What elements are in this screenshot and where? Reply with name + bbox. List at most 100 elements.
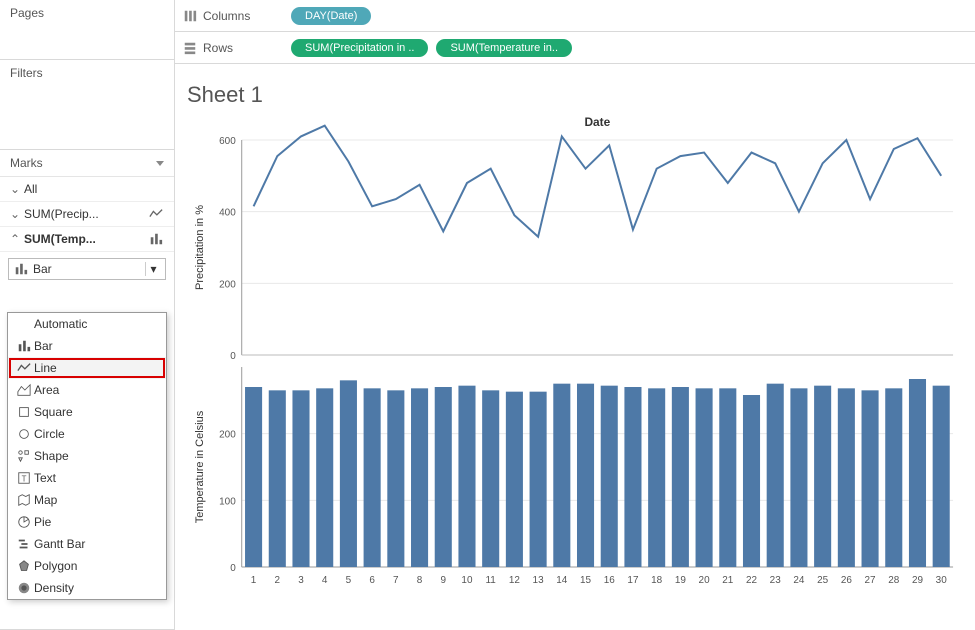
svg-text:11: 11 <box>486 575 497 586</box>
svg-text:22: 22 <box>746 575 758 586</box>
svg-text:1: 1 <box>251 575 257 586</box>
svg-text:Temperature in Celsius: Temperature in Celsius <box>194 410 206 523</box>
pages-panel-label: Pages <box>10 6 44 20</box>
svg-text:20: 20 <box>699 575 711 586</box>
mark-type-option-shape[interactable]: Shape <box>8 445 166 467</box>
svg-text:23: 23 <box>770 575 782 586</box>
rows-label: Rows <box>203 41 233 55</box>
mark-type-option-line[interactable]: Line <box>8 357 166 379</box>
svg-text:4: 4 <box>322 575 328 586</box>
mark-type-dropdown: Automatic Bar Line Area Square Circle Shape T Te… <box>7 312 167 600</box>
mark-type-option-label: Polygon <box>34 559 77 573</box>
mark-type-option-density[interactable]: Density <box>8 577 166 599</box>
svg-text:0: 0 <box>230 351 236 362</box>
svg-text:200: 200 <box>219 430 236 441</box>
svg-text:Precipitation in %: Precipitation in % <box>194 205 206 290</box>
svg-text:8: 8 <box>417 575 423 586</box>
svg-text:28: 28 <box>888 575 900 586</box>
mark-card-precipitation[interactable]: ⌄ SUM(Precip... <box>0 202 174 227</box>
svg-text:400: 400 <box>219 208 236 219</box>
polygon-icon <box>14 559 34 573</box>
chevron-down-icon: ⌄ <box>10 207 20 221</box>
sheet-title: Sheet 1 <box>187 82 963 108</box>
svg-text:2: 2 <box>275 575 281 586</box>
svg-text:12: 12 <box>509 575 521 586</box>
mark-type-option-polygon[interactable]: Polygon <box>8 555 166 577</box>
svg-text:19: 19 <box>675 575 687 586</box>
mark-type-option-label: Square <box>34 405 73 419</box>
mark-type-option-label: Circle <box>34 427 65 441</box>
svg-text:3: 3 <box>298 575 304 586</box>
map-icon <box>14 493 34 507</box>
svg-text:15: 15 <box>580 575 592 586</box>
bar-icon <box>13 262 29 276</box>
circle-icon <box>14 427 34 441</box>
svg-text:0: 0 <box>230 563 236 574</box>
row-pill-precipitation[interactable]: SUM(Precipitation in .. <box>291 39 428 57</box>
mark-type-option-bar[interactable]: Bar <box>8 335 166 357</box>
dropdown-arrow-icon[interactable]: ▾ <box>145 262 161 276</box>
svg-text:26: 26 <box>841 575 853 586</box>
svg-text:18: 18 <box>651 575 663 586</box>
mark-type-option-pie[interactable]: Pie <box>8 511 166 533</box>
line-icon <box>148 207 164 221</box>
svg-text:6: 6 <box>369 575 375 586</box>
svg-text:7: 7 <box>393 575 399 586</box>
svg-text:29: 29 <box>912 575 924 586</box>
mark-type-option-label: Pie <box>34 515 51 529</box>
svg-text:100: 100 <box>219 496 236 507</box>
pie-icon <box>14 515 34 529</box>
mark-type-selected-label: Bar <box>33 262 52 276</box>
svg-text:Date: Date <box>584 115 610 129</box>
line-icon <box>14 361 34 375</box>
mark-type-option-gantt[interactable]: Gantt Bar <box>8 533 166 555</box>
mark-type-option-label: Text <box>34 471 56 485</box>
mark-type-option-circle[interactable]: Circle <box>8 423 166 445</box>
mark-type-option-area[interactable]: Area <box>8 379 166 401</box>
mark-type-select[interactable]: Bar ▾ <box>8 258 166 280</box>
columns-label: Columns <box>203 9 250 23</box>
mark-type-option-automatic[interactable]: Automatic <box>8 313 166 335</box>
mark-card-all[interactable]: ⌄ All <box>0 177 174 202</box>
svg-text:14: 14 <box>556 575 568 586</box>
mark-type-option-square[interactable]: Square <box>8 401 166 423</box>
mark-type-option-map[interactable]: Map <box>8 489 166 511</box>
shape-icon <box>14 449 34 463</box>
rows-shelf[interactable]: Rows SUM(Precipitation in .. SUM(Tempera… <box>175 32 975 64</box>
mark-type-option-label: Area <box>34 383 59 397</box>
marks-panel-label: Marks <box>10 156 43 170</box>
svg-text:600: 600 <box>219 136 236 147</box>
columns-shelf[interactable]: Columns DAY(Date) <box>175 0 975 32</box>
chevron-up-icon: ⌃ <box>10 232 20 246</box>
bar-icon <box>14 339 34 353</box>
svg-text:24: 24 <box>793 575 805 586</box>
chart-canvas: Date 0 200 400 600 Precipitation in % 0 100 200 T… <box>187 112 963 622</box>
mark-type-option-text[interactable]: T Text <box>8 467 166 489</box>
svg-text:21: 21 <box>722 575 734 586</box>
mark-card-temperature[interactable]: ⌃ SUM(Temp... <box>0 227 174 252</box>
svg-text:13: 13 <box>533 575 545 586</box>
svg-text:27: 27 <box>865 575 877 586</box>
mark-type-option-label: Gantt Bar <box>34 537 85 551</box>
caret-down-icon <box>156 161 164 166</box>
row-pill-temperature[interactable]: SUM(Temperature in.. <box>436 39 572 57</box>
column-pill-date[interactable]: DAY(Date) <box>291 7 371 25</box>
svg-text:17: 17 <box>627 575 639 586</box>
chevron-down-icon: ⌄ <box>10 182 20 196</box>
svg-text:200: 200 <box>219 279 236 290</box>
mark-type-option-label: Line <box>34 361 57 375</box>
svg-text:9: 9 <box>440 575 446 586</box>
svg-text:T: T <box>22 475 27 484</box>
mark-type-option-label: Shape <box>34 449 69 463</box>
filters-panel-label: Filters <box>10 66 43 80</box>
gantt-icon <box>14 537 34 551</box>
square-icon <box>14 405 34 419</box>
svg-text:5: 5 <box>346 575 352 586</box>
svg-text:25: 25 <box>817 575 829 586</box>
area-icon <box>14 383 34 397</box>
bar-icon <box>148 232 164 246</box>
density-icon <box>14 581 34 595</box>
svg-text:30: 30 <box>936 575 948 586</box>
mark-type-option-label: Automatic <box>34 317 87 331</box>
mark-type-option-label: Density <box>34 581 74 595</box>
